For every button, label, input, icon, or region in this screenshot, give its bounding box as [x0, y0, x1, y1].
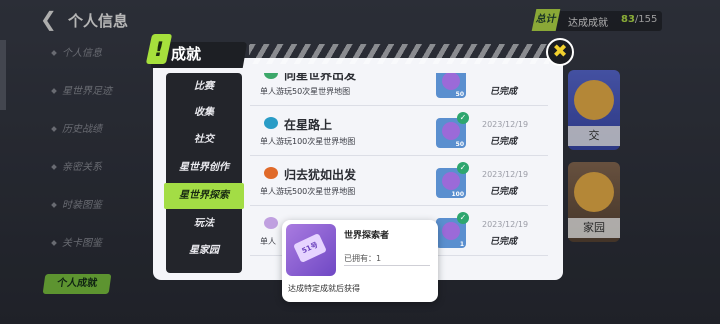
check-icon: ✓ — [457, 162, 469, 174]
achievement-status: 已完成 — [490, 137, 518, 147]
category-home[interactable]: 星家园 — [166, 239, 242, 263]
list-item[interactable]: 向星世界出发 单人游玩50次星世界地图 50 已完成 — [250, 73, 548, 106]
achievement-title: 在星路上 — [284, 118, 333, 132]
tooltip-owned: 已拥有：1 — [344, 254, 382, 263]
medal-icon — [264, 117, 278, 129]
achievement-status: 已完成 — [490, 187, 518, 197]
header-stripes — [249, 44, 549, 64]
gem-icon — [442, 172, 460, 190]
tooltip-title: 世界探索者 — [344, 231, 390, 241]
gem-icon — [442, 73, 460, 90]
medal-icon — [264, 73, 278, 79]
achievement-status: 已完成 — [490, 87, 518, 97]
medal-icon — [264, 217, 278, 229]
achievement-desc: 单人游玩100次星世界地图 — [260, 137, 356, 146]
category-explore[interactable]: 星世界探索 — [164, 183, 244, 209]
list-item[interactable]: 在星路上 单人游玩100次星世界地图 50 ✓ 2023/12/19 已完成 — [250, 111, 548, 156]
achievement-date: 2023/12/19 — [482, 220, 529, 229]
reward-tooltip: 51号 世界探索者 已拥有：1 达成特定成就后获得 — [282, 220, 438, 302]
achievement-date: 2023/12/19 — [482, 120, 529, 129]
modal-title: 成就 — [171, 45, 202, 63]
modal-header: ! 成就 — [145, 34, 553, 68]
gem-icon — [442, 222, 460, 240]
achievement-desc: 单人游玩50次星世界地图 — [260, 87, 351, 96]
close-icon[interactable]: ✖ — [546, 38, 574, 66]
check-icon: ✓ — [457, 212, 469, 224]
divider — [344, 265, 430, 266]
list-item[interactable]: 归去犹如出发 单人游玩500次星世界地图 100 ✓ 2023/12/19 已完… — [250, 161, 548, 206]
achievement-status: 已完成 — [490, 237, 518, 247]
check-icon: ✓ — [457, 112, 469, 124]
category-match[interactable]: 比赛 — [166, 75, 242, 99]
medal-icon — [264, 167, 278, 179]
achievement-date: 2023/12/19 — [482, 170, 529, 179]
achievement-title: 归去犹如出发 — [284, 168, 357, 182]
achievement-desc: 单人游玩500次星世界地图 — [260, 187, 356, 196]
achievement-desc: 单人 — [260, 237, 276, 246]
gem-icon — [442, 122, 460, 140]
reward-badge[interactable]: 50 — [436, 73, 466, 98]
tooltip-desc: 达成特定成就后获得 — [288, 284, 360, 293]
ticket-icon: 51号 — [286, 224, 336, 276]
category-collect[interactable]: 收集 — [166, 101, 242, 125]
category-panel: 比赛 收集 社交 星世界创作 星世界探索 玩法 星家园 — [164, 73, 244, 273]
category-create[interactable]: 星世界创作 — [166, 156, 242, 180]
category-social[interactable]: 社交 — [166, 128, 242, 152]
achievement-title: 向星世界出发 — [284, 73, 357, 82]
category-gameplay[interactable]: 玩法 — [166, 212, 242, 236]
